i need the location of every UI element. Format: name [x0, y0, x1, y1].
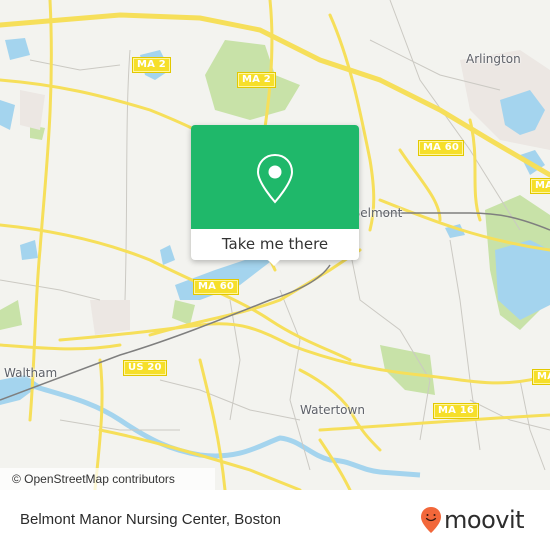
moovit-wordmark: moovit — [444, 506, 525, 534]
location-popup: Take me there — [191, 125, 359, 266]
popup-pointer — [266, 258, 282, 266]
moovit-smile-pin-icon — [421, 507, 441, 533]
route-shield-ma16: MA 16 — [433, 403, 480, 419]
route-shield-ma60: MA 60 — [193, 279, 240, 295]
map-pin-icon — [256, 153, 294, 204]
route-shield-ma2: MA 2 — [237, 72, 276, 88]
take-me-there-button[interactable]: Take me there — [191, 229, 359, 260]
moovit-logo[interactable]: moovit — [420, 506, 525, 534]
place-label-waltham: Waltham — [4, 366, 58, 380]
route-shield-ma2: MA 2 — [132, 57, 171, 73]
route-shield-ma: MA — [532, 369, 550, 385]
route-shield-ma60: MA 60 — [418, 140, 465, 156]
popup-header — [191, 125, 359, 229]
route-shield-us20: US 20 — [123, 360, 167, 376]
route-shield-ma: MA — [530, 178, 550, 194]
location-title: Belmont Manor Nursing Center, Boston — [20, 511, 281, 528]
map-attribution[interactable]: © OpenStreetMap contributors — [0, 468, 215, 490]
place-label-watertown: Watertown — [300, 403, 365, 417]
place-label-belmont: Belmont — [352, 206, 403, 220]
place-label-arlington: Arlington — [466, 52, 521, 66]
